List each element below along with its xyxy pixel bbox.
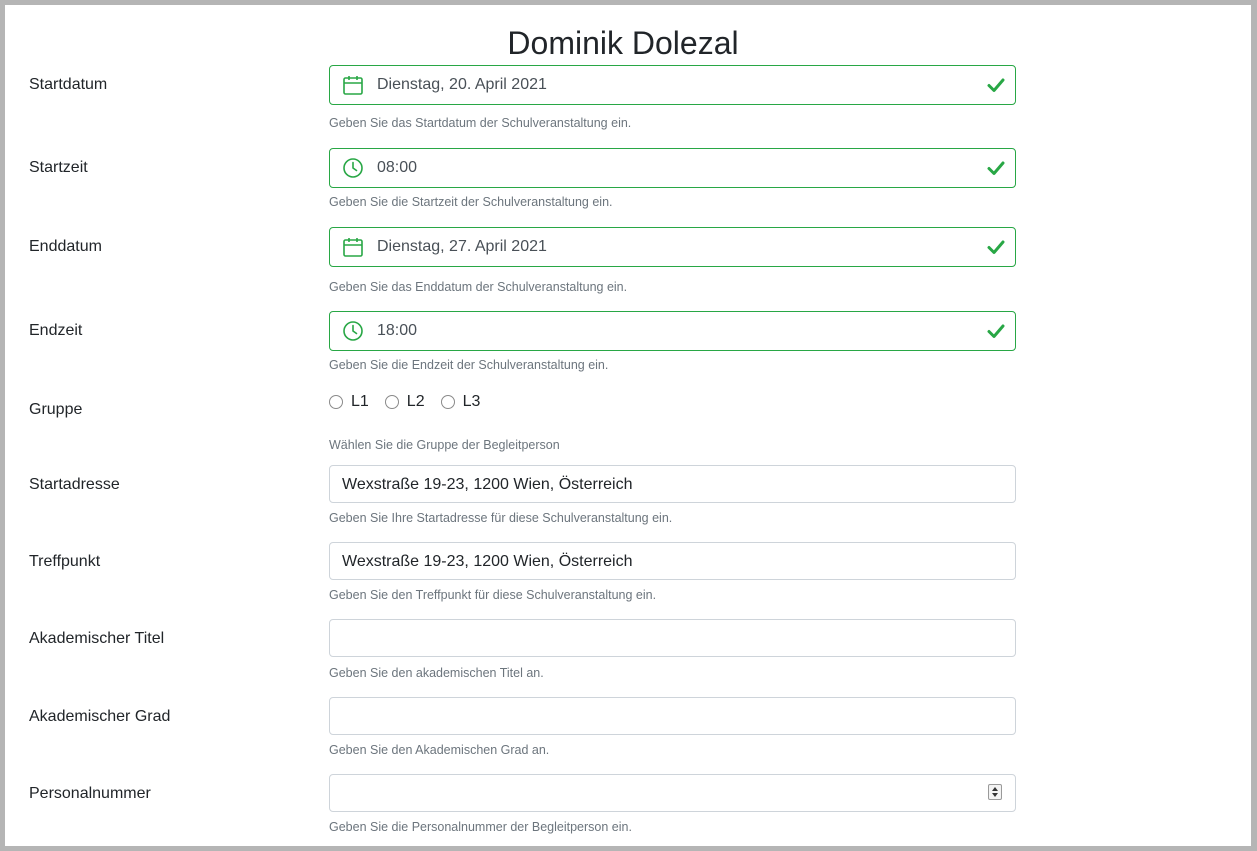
check-icon (987, 78, 1005, 92)
radio-button[interactable] (329, 395, 343, 409)
startadresse-label: Startadresse (29, 476, 120, 493)
akad-grad-label: Akademischer Grad (29, 708, 171, 725)
akad-grad-input[interactable] (329, 697, 1016, 735)
endzeit-input[interactable]: 18:00 (329, 311, 1016, 351)
startadresse-help: Geben Sie Ihre Startadresse für diese Sc… (329, 511, 673, 525)
radio-l3[interactable]: L3 (440, 392, 481, 412)
clock-icon (343, 321, 363, 341)
akad-grad-help: Geben Sie den Akademischen Grad an. (329, 743, 550, 757)
endzeit-label: Endzeit (29, 322, 83, 339)
clock-icon (343, 158, 363, 178)
startdatum-value: Dienstag, 20. April 2021 (377, 76, 547, 93)
gruppe-radio-group: L1 L2 L3 (329, 392, 496, 412)
radio-l2[interactable]: L2 (384, 392, 425, 412)
calendar-icon (343, 238, 363, 257)
radio-l1[interactable]: L1 (329, 392, 369, 412)
spinner-up-icon[interactable] (992, 787, 998, 791)
gruppe-help: Wählen Sie die Gruppe der Begleitperson (329, 438, 560, 452)
radio-label: L1 (351, 393, 369, 410)
check-icon (987, 161, 1005, 175)
enddatum-input[interactable]: Dienstag, 27. April 2021 (329, 227, 1016, 267)
startadresse-input[interactable]: Wexstraße 19-23, 1200 Wien, Österreich (329, 465, 1016, 503)
endzeit-value: 18:00 (377, 322, 418, 339)
form-panel: Dominik Dolezal Startdatum Dienstag, 20.… (5, 5, 1251, 846)
radio-button[interactable] (384, 395, 399, 409)
treffpunkt-input[interactable]: Wexstraße 19-23, 1200 Wien, Österreich (329, 542, 1016, 580)
enddatum-help: Geben Sie das Enddatum der Schulveransta… (329, 280, 628, 294)
personalnummer-label: Personalnummer (29, 785, 151, 802)
radio-label: L2 (406, 393, 425, 410)
startadresse-value: Wexstraße 19-23, 1200 Wien, Österreich (342, 476, 633, 493)
calendar-icon (343, 76, 363, 95)
treffpunkt-help: Geben Sie den Treffpunkt für diese Schul… (329, 588, 657, 602)
page-title: Dominik Dolezal (507, 25, 739, 61)
startdatum-label: Startdatum (29, 76, 108, 93)
startzeit-label: Startzeit (29, 159, 88, 176)
treffpunkt-label: Treffpunkt (29, 553, 101, 570)
treffpunkt-value: Wexstraße 19-23, 1200 Wien, Österreich (342, 553, 633, 570)
spinner-down-icon[interactable] (992, 793, 998, 797)
startzeit-help: Geben Sie die Startzeit der Schulveranst… (329, 195, 613, 209)
spinner-icon[interactable] (988, 784, 1002, 800)
radio-label: L3 (462, 393, 481, 410)
startdatum-help: Geben Sie das Startdatum der Schulverans… (329, 116, 632, 130)
endzeit-help: Geben Sie die Endzeit der Schulveranstal… (329, 358, 609, 372)
check-icon (987, 240, 1005, 254)
akad-titel-input[interactable] (329, 619, 1016, 657)
startdatum-input[interactable]: Dienstag, 20. April 2021 (329, 65, 1016, 105)
personalnummer-help: Geben Sie die Personalnummer der Begleit… (329, 820, 632, 834)
check-icon (987, 324, 1005, 338)
radio-button[interactable] (440, 395, 455, 409)
enddatum-label: Enddatum (29, 238, 102, 255)
startzeit-input[interactable]: 08:00 (329, 148, 1016, 188)
akad-titel-help: Geben Sie den akademischen Titel an. (329, 666, 544, 680)
enddatum-value: Dienstag, 27. April 2021 (377, 238, 547, 255)
akad-titel-label: Akademischer Titel (29, 630, 165, 647)
startzeit-value: 08:00 (377, 159, 418, 176)
gruppe-label: Gruppe (29, 401, 83, 418)
personalnummer-input[interactable] (329, 774, 1016, 812)
